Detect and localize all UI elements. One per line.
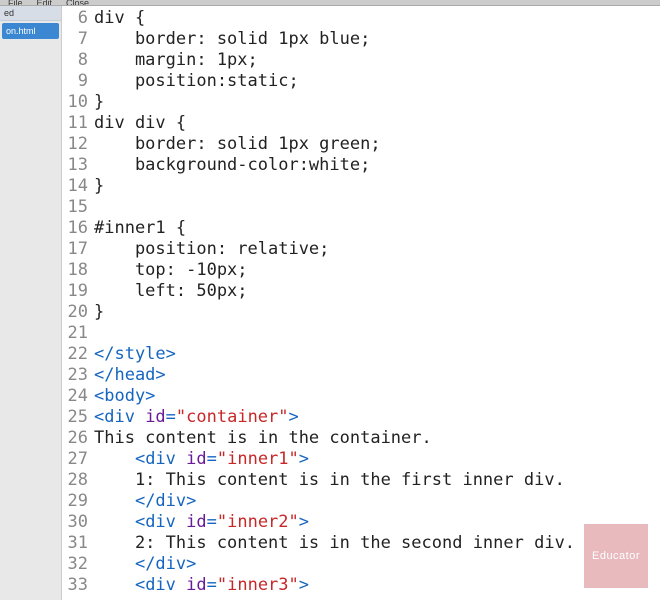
code-content[interactable]: </head>: [94, 365, 660, 386]
code-area[interactable]: 6div {7 border: solid 1px blue;8 margin:…: [62, 6, 660, 596]
line-number: 14: [62, 176, 94, 197]
code-content[interactable]: #inner1 {: [94, 218, 660, 239]
code-line[interactable]: 7 border: solid 1px blue;: [62, 29, 660, 50]
code-content[interactable]: 1: This content is in the first inner di…: [94, 470, 660, 491]
code-line[interactable]: 16#inner1 {: [62, 218, 660, 239]
line-number: 32: [62, 554, 94, 575]
code-line[interactable]: 20}: [62, 302, 660, 323]
code-line[interactable]: 29 </div>: [62, 491, 660, 512]
line-number: 15: [62, 197, 94, 218]
code-line[interactable]: 28 1: This content is in the first inner…: [62, 470, 660, 491]
code-content[interactable]: margin: 1px;: [94, 50, 660, 71]
code-line[interactable]: 30 <div id="inner2">: [62, 512, 660, 533]
code-line[interactable]: 33 <div id="inner3">: [62, 575, 660, 596]
line-number: 18: [62, 260, 94, 281]
line-number: 25: [62, 407, 94, 428]
code-line[interactable]: 17 position: relative;: [62, 239, 660, 260]
code-content[interactable]: <div id="inner1">: [94, 449, 660, 470]
line-number: 16: [62, 218, 94, 239]
code-editor[interactable]: 6div {7 border: solid 1px blue;8 margin:…: [62, 6, 660, 600]
line-number: 23: [62, 365, 94, 386]
code-line[interactable]: 21: [62, 323, 660, 344]
line-number: 29: [62, 491, 94, 512]
line-number: 11: [62, 113, 94, 134]
line-number: 30: [62, 512, 94, 533]
code-content[interactable]: <div id="container">: [94, 407, 660, 428]
code-content[interactable]: }: [94, 92, 660, 113]
line-number: 6: [62, 8, 94, 29]
line-number: 22: [62, 344, 94, 365]
line-number: 19: [62, 281, 94, 302]
line-number: 17: [62, 239, 94, 260]
line-number: 28: [62, 470, 94, 491]
code-content[interactable]: <div id="inner3">: [94, 575, 660, 596]
line-number: 24: [62, 386, 94, 407]
line-number: 9: [62, 71, 94, 92]
line-number: 7: [62, 29, 94, 50]
sidebar-header[interactable]: ed: [0, 6, 61, 21]
code-content[interactable]: </style>: [94, 344, 660, 365]
code-line[interactable]: 10}: [62, 92, 660, 113]
line-number: 13: [62, 155, 94, 176]
code-content[interactable]: div {: [94, 8, 660, 29]
code-line[interactable]: 9 position:static;: [62, 71, 660, 92]
code-content[interactable]: <body>: [94, 386, 660, 407]
line-number: 12: [62, 134, 94, 155]
code-line[interactable]: 12 border: solid 1px green;: [62, 134, 660, 155]
body-row: ed on.html 6div {7 border: solid 1px blu…: [0, 6, 660, 600]
code-content[interactable]: top: -10px;: [94, 260, 660, 281]
line-number: 27: [62, 449, 94, 470]
app-window: File Edit Close ed on.html 6div {7 borde…: [0, 0, 660, 600]
code-content[interactable]: div div {: [94, 113, 660, 134]
code-line[interactable]: 13 background-color:white;: [62, 155, 660, 176]
code-line[interactable]: 6div {: [62, 8, 660, 29]
code-content[interactable]: left: 50px;: [94, 281, 660, 302]
code-line[interactable]: 27 <div id="inner1">: [62, 449, 660, 470]
code-content[interactable]: position:static;: [94, 71, 660, 92]
code-line[interactable]: 31 2: This content is in the second inne…: [62, 533, 660, 554]
code-content[interactable]: position: relative;: [94, 239, 660, 260]
line-number: 26: [62, 428, 94, 449]
code-line[interactable]: 24<body>: [62, 386, 660, 407]
line-number: 31: [62, 533, 94, 554]
code-content[interactable]: 2: This content is in the second inner d…: [94, 533, 660, 554]
code-line[interactable]: 18 top: -10px;: [62, 260, 660, 281]
code-line[interactable]: 25<div id="container">: [62, 407, 660, 428]
code-line[interactable]: 22</style>: [62, 344, 660, 365]
code-content[interactable]: border: solid 1px blue;: [94, 29, 660, 50]
code-content[interactable]: [94, 197, 660, 218]
line-number: 10: [62, 92, 94, 113]
code-content[interactable]: background-color:white;: [94, 155, 660, 176]
code-content[interactable]: <div id="inner2">: [94, 512, 660, 533]
code-content[interactable]: </div>: [94, 554, 660, 575]
code-line[interactable]: 23</head>: [62, 365, 660, 386]
line-number: 8: [62, 50, 94, 71]
code-line[interactable]: 8 margin: 1px;: [62, 50, 660, 71]
code-line[interactable]: 19 left: 50px;: [62, 281, 660, 302]
line-number: 21: [62, 323, 94, 344]
code-content[interactable]: }: [94, 176, 660, 197]
line-number: 33: [62, 575, 94, 596]
code-content[interactable]: This content is in the container.: [94, 428, 660, 449]
code-line[interactable]: 26This content is in the container.: [62, 428, 660, 449]
code-content[interactable]: border: solid 1px green;: [94, 134, 660, 155]
code-line[interactable]: 32 </div>: [62, 554, 660, 575]
sidebar-file-item[interactable]: on.html: [2, 23, 59, 39]
code-line[interactable]: 15: [62, 197, 660, 218]
code-content[interactable]: }: [94, 302, 660, 323]
code-line[interactable]: 14}: [62, 176, 660, 197]
code-content[interactable]: [94, 323, 660, 344]
code-line[interactable]: 11div div {: [62, 113, 660, 134]
code-content[interactable]: </div>: [94, 491, 660, 512]
watermark-badge: Educator: [584, 524, 648, 588]
line-number: 20: [62, 302, 94, 323]
sidebar: ed on.html: [0, 6, 62, 600]
